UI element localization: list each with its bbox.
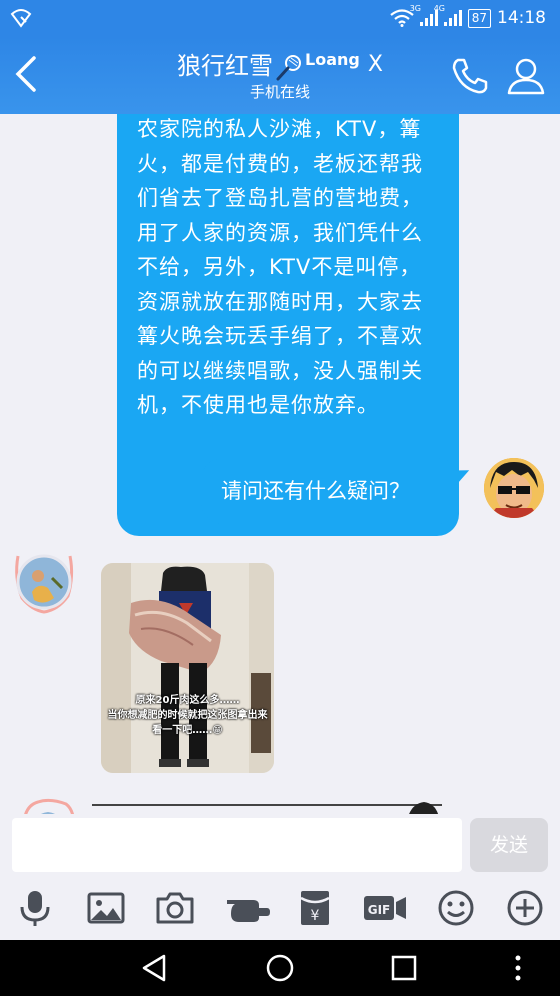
photo-caption-2: 当你想减肥的时候就把这张图拿出来 xyxy=(107,710,268,721)
svg-text:¥: ¥ xyxy=(311,908,320,924)
input-toolbar: ¥ GIF xyxy=(0,876,560,940)
badge-x-label: X xyxy=(367,52,383,77)
status-bar: 3G 4G 87 14:18 xyxy=(0,0,560,36)
contact-avatar[interactable] xyxy=(12,548,76,616)
svg-text:GIF: GIF xyxy=(368,903,391,917)
plus-icon[interactable] xyxy=(505,888,545,928)
message-list[interactable]: 农家院的私人沙滩，KTV，篝火，都是付费的，老板还帮我们省去了登岛扎营的营地费，… xyxy=(0,114,560,814)
image-icon[interactable] xyxy=(86,888,126,928)
contact-avatar-partial[interactable] xyxy=(20,796,76,814)
network-3g-label: 3G xyxy=(409,4,422,13)
system-nav-bar xyxy=(0,940,560,996)
message-input[interactable] xyxy=(12,818,462,872)
online-status: 手机在线 xyxy=(249,83,310,101)
emoji-icon[interactable] xyxy=(436,888,476,928)
photo-message[interactable]: 原来20斤肉这么多…… 当你想减肥的时候就把这张图拿出来 看一下吧……😁 xyxy=(101,563,274,773)
my-avatar[interactable] xyxy=(484,458,544,518)
contact-info[interactable]: 狼行红雪 Loang X 手机在线 xyxy=(120,50,440,102)
badminton-racket-icon xyxy=(276,55,302,81)
photo-caption-3: 看一下吧……😁 xyxy=(152,725,223,736)
poke-icon[interactable] xyxy=(225,888,271,928)
badge-label: Loang xyxy=(305,50,360,69)
back-arrow-icon[interactable] xyxy=(12,54,38,94)
camera-icon[interactable] xyxy=(155,888,195,928)
send-button[interactable]: 发送 xyxy=(470,818,548,872)
chat-header: 狼行红雪 Loang X 手机在线 xyxy=(0,36,560,114)
gif-icon[interactable]: GIF xyxy=(362,888,408,928)
cartoon-face-icon xyxy=(484,458,544,518)
message-bubble-sent[interactable]: 请问还有什么疑问？ xyxy=(201,458,459,524)
contact-name: 狼行红雪 xyxy=(177,52,274,80)
photo-caption-1: 原来20斤肉这么多…… xyxy=(135,695,240,706)
composer: 发送 xyxy=(0,814,560,876)
network-4g-label: 4G xyxy=(433,4,446,13)
nav-recents-icon[interactable] xyxy=(386,950,422,986)
nav-menu-icon[interactable] xyxy=(500,950,536,986)
message-text: 请问还有什么疑问？ xyxy=(221,479,410,503)
phone-call-icon[interactable] xyxy=(450,56,490,96)
red-packet-icon[interactable]: ¥ xyxy=(295,888,335,928)
message-text: 农家院的私人沙滩，KTV，篝火，都是付费的，老板还帮我们省去了登岛扎营的营地费，… xyxy=(137,117,423,417)
signal-4g-icon: 4G xyxy=(434,4,462,26)
partial-message-bubble xyxy=(92,804,442,814)
photo-image xyxy=(101,563,274,773)
nav-home-icon[interactable] xyxy=(262,950,298,986)
profile-icon[interactable] xyxy=(506,56,546,96)
avatar-partial-icon xyxy=(409,802,439,814)
mic-icon[interactable] xyxy=(15,888,55,928)
battery-indicator: 87 xyxy=(467,8,491,28)
nav-back-icon[interactable] xyxy=(136,950,172,986)
clock: 14:18 xyxy=(497,8,546,28)
notification-icon xyxy=(10,9,32,28)
